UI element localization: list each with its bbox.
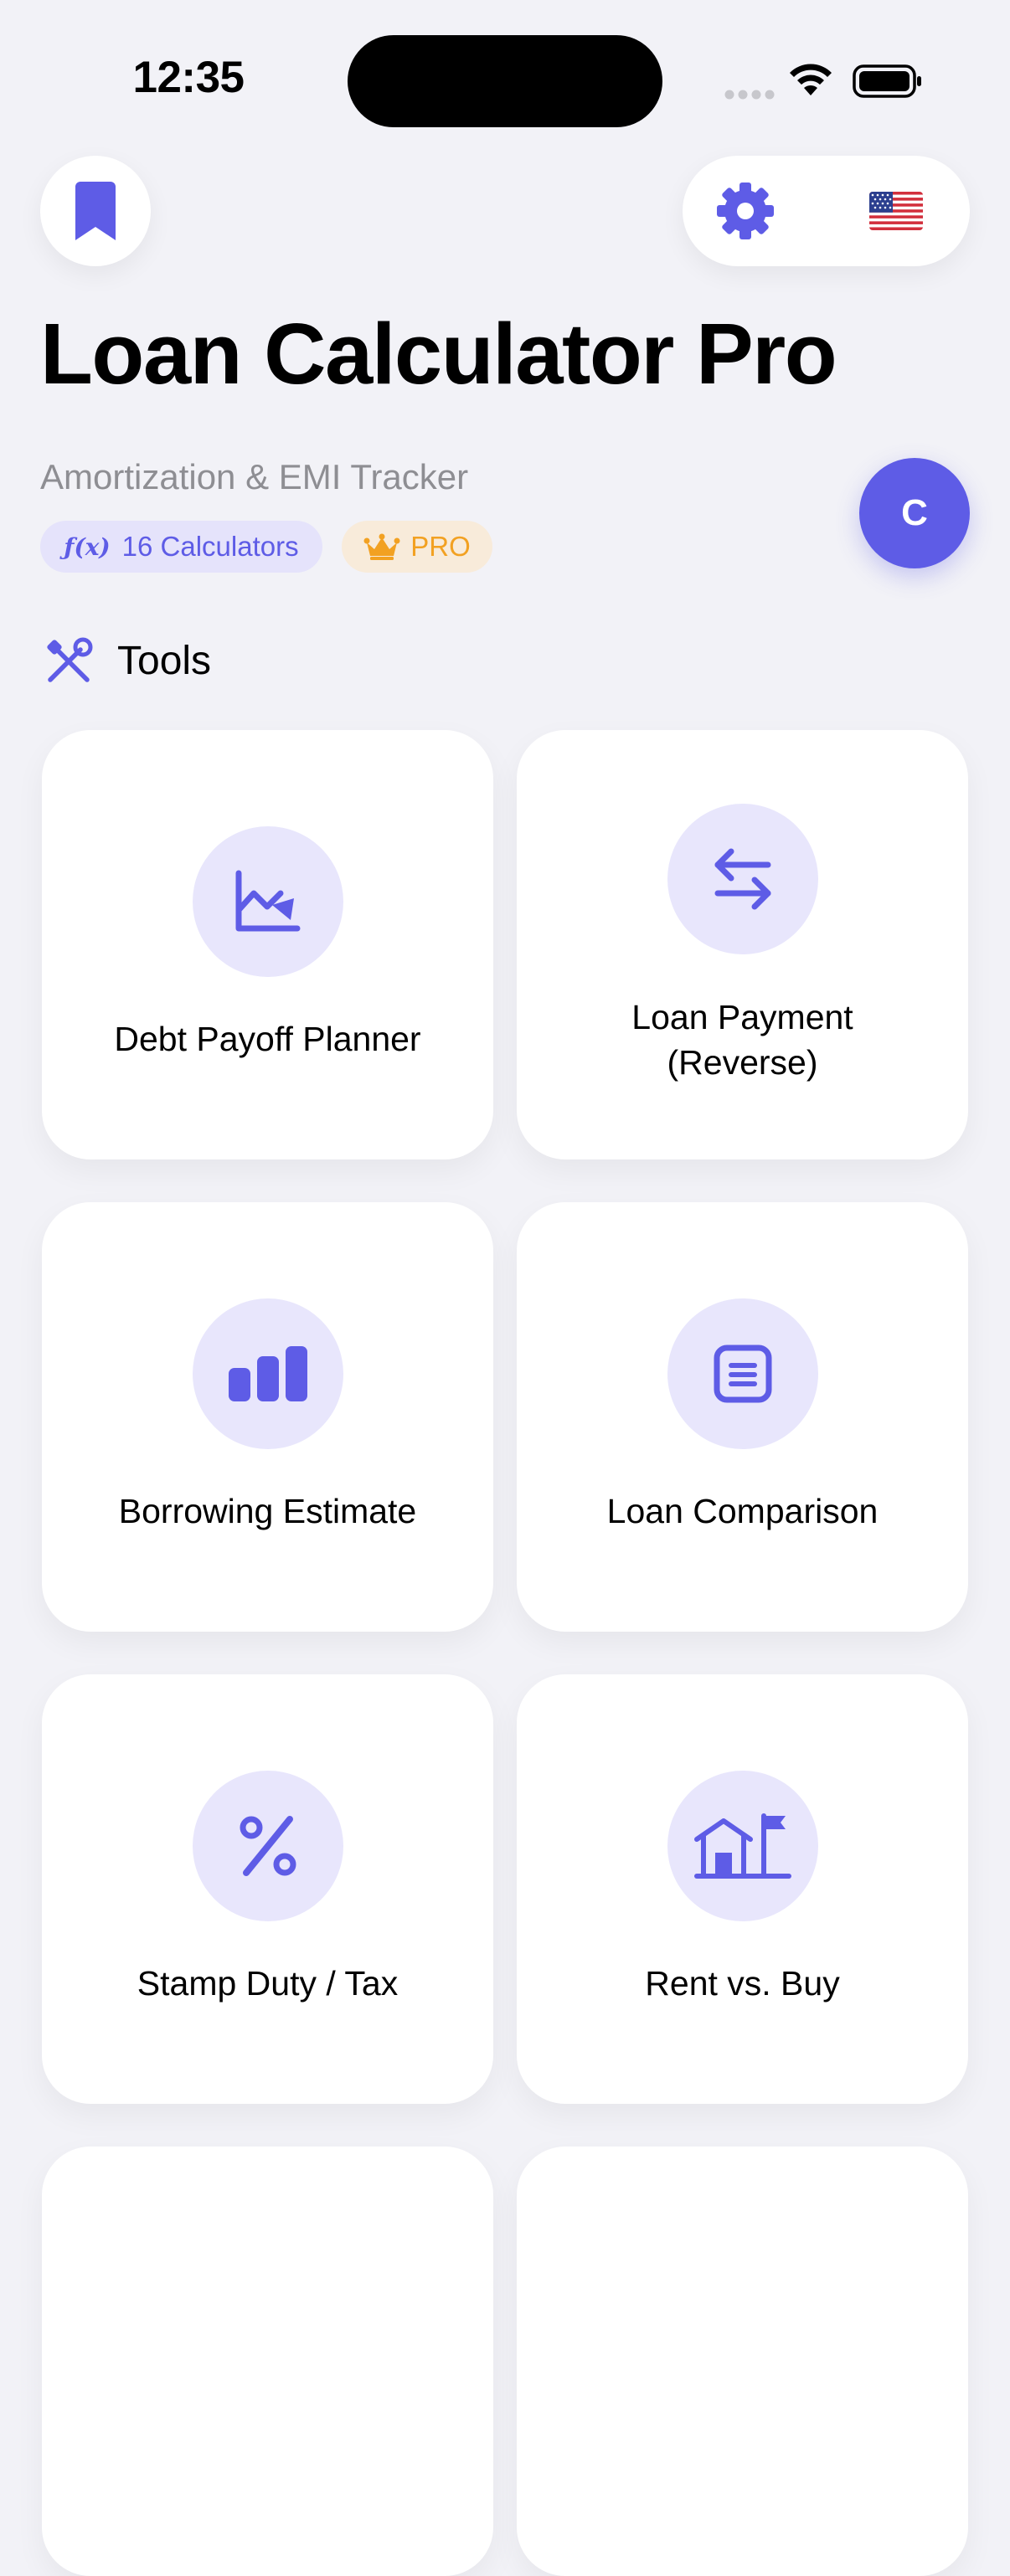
percent-icon <box>240 1816 296 1876</box>
status-time: 12:35 <box>132 53 245 102</box>
cellular-signal-icon <box>724 90 775 100</box>
tool-icon-circle <box>193 826 343 977</box>
tool-card-label: Rent vs. Buy <box>645 1964 840 2003</box>
settings-button[interactable] <box>703 167 787 255</box>
tool-card-label: Loan Payment (Reverse) <box>631 998 853 1082</box>
bookmark-button[interactable] <box>40 156 151 266</box>
tool-icon-circle <box>667 1771 818 1921</box>
bookmark-icon <box>75 182 116 240</box>
calculators-count-label: 16 Calculators <box>121 531 299 562</box>
us-flag-icon <box>869 192 923 230</box>
tools-icon <box>47 637 93 682</box>
tool-card-borrowing-estimate[interactable]: Borrowing Estimate <box>42 1202 493 1632</box>
page-title: Loan Calculator Pro <box>40 306 837 402</box>
wifi-icon <box>790 64 832 95</box>
crown-icon <box>363 533 400 560</box>
pro-badge-label: PRO <box>410 531 471 562</box>
arrows-swap-icon <box>714 848 771 910</box>
tool-card-label: Stamp Duty / Tax <box>137 1964 399 2003</box>
avatar-initial: C <box>901 492 928 533</box>
battery-icon <box>853 64 921 98</box>
tool-card-loan-comparison[interactable]: Loan Comparison <box>517 1202 968 1632</box>
gear-icon <box>717 183 774 239</box>
house-flag-icon <box>694 1813 791 1879</box>
tool-card-label: Borrowing Estimate <box>118 1492 417 1530</box>
tool-card-partial[interactable] <box>517 2147 968 2576</box>
tool-card-rent-vs-buy[interactable]: Rent vs. Buy <box>517 1674 968 2104</box>
tool-icon-circle <box>193 1298 343 1449</box>
language-flag-button[interactable] <box>854 167 938 255</box>
function-icon: ƒ(x) <box>64 532 111 561</box>
tool-icon-circle <box>193 1771 343 1921</box>
section-title-tools: Tools <box>117 639 212 683</box>
tool-card-label: Debt Payoff Planner <box>114 1020 421 1058</box>
page-subtitle: Amortization & EMI Tracker <box>40 457 469 496</box>
chart-down-icon <box>235 870 301 932</box>
tool-card-debt-payoff-planner[interactable]: Debt Payoff Planner <box>42 730 493 1159</box>
tool-icon-circle <box>667 804 818 954</box>
tool-icon-circle <box>667 1298 818 1449</box>
dynamic-island <box>348 35 662 127</box>
calculators-count-badge: ƒ(x) 16 Calculators <box>40 521 322 573</box>
bar-chart-icon <box>229 1346 307 1401</box>
tool-card-label: Loan Comparison <box>606 1492 879 1530</box>
pro-badge[interactable]: PRO <box>342 521 492 573</box>
tool-card-stamp-duty-tax[interactable]: Stamp Duty / Tax <box>42 1674 493 2104</box>
document-icon <box>714 1345 772 1403</box>
tool-card-loan-payment-reverse[interactable]: Loan Payment (Reverse) <box>517 730 968 1159</box>
user-avatar-button[interactable]: C <box>859 458 970 568</box>
tool-card-partial[interactable] <box>42 2147 493 2576</box>
